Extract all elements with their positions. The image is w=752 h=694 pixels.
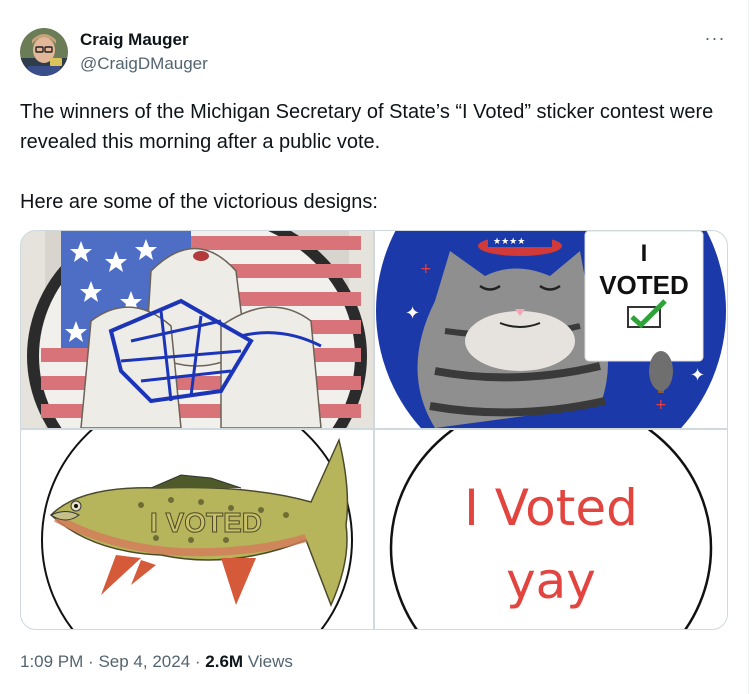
author-avatar[interactable]: [20, 28, 68, 76]
handwritten-line-1: I Voted: [464, 479, 638, 537]
svg-text:★★★★: ★★★★: [493, 237, 525, 247]
tweet-paragraph: The winners of the Michigan Secretary of…: [20, 101, 714, 153]
sign-line-1: I: [641, 240, 648, 267]
tweet-card: Craig Mauger @CraigDMauger ··· The winne…: [0, 0, 749, 694]
trout-sticker-image: I VOTED: [21, 430, 373, 629]
sign-line-2: VOTED: [599, 270, 689, 300]
tweet-paragraph: Here are some of the victorious designs:: [20, 191, 378, 213]
sasquatch-flag-sticker-image: [21, 231, 373, 428]
tweet-time[interactable]: 1:09 PM: [20, 652, 83, 671]
trout-text: I VOTED: [150, 507, 262, 538]
author-handle[interactable]: @CraigDMauger: [80, 54, 208, 74]
tweet-text: The winners of the Michigan Secretary of…: [20, 97, 720, 217]
author-name[interactable]: Craig Mauger: [80, 30, 189, 50]
more-options-icon[interactable]: ···: [702, 29, 728, 50]
media-image-trout[interactable]: I VOTED: [21, 430, 373, 629]
profile-photo-icon: [20, 28, 68, 76]
cat-voted-sign-sticker-image: ✦ ✦ + + ★★★★ I VOTED: [375, 231, 727, 428]
views-count[interactable]: 2.6M: [205, 652, 243, 671]
handwritten-sticker-image: I Voted yay: [375, 430, 727, 629]
svg-text:✦: ✦: [690, 365, 705, 386]
media-grid: ✦ ✦ + + ★★★★ I VOTED I VOTED I Voted yay: [20, 230, 728, 630]
views-label: Views: [247, 652, 293, 671]
svg-text:✦: ✦: [405, 303, 420, 324]
svg-text:+: +: [655, 397, 667, 413]
media-image-handwritten[interactable]: I Voted yay: [375, 430, 727, 629]
meta-separator: ·: [194, 652, 201, 671]
tweet-metadata: 1:09 PM · Sep 4, 2024 · 2.6M Views: [20, 652, 293, 672]
svg-text:+: +: [420, 261, 432, 277]
media-image-cat[interactable]: ✦ ✦ + + ★★★★ I VOTED: [375, 231, 727, 428]
tweet-date[interactable]: Sep 4, 2024: [98, 652, 190, 671]
media-image-sasquatch[interactable]: [21, 231, 373, 428]
meta-separator: ·: [88, 652, 94, 671]
handwritten-line-2: yay: [506, 552, 596, 610]
